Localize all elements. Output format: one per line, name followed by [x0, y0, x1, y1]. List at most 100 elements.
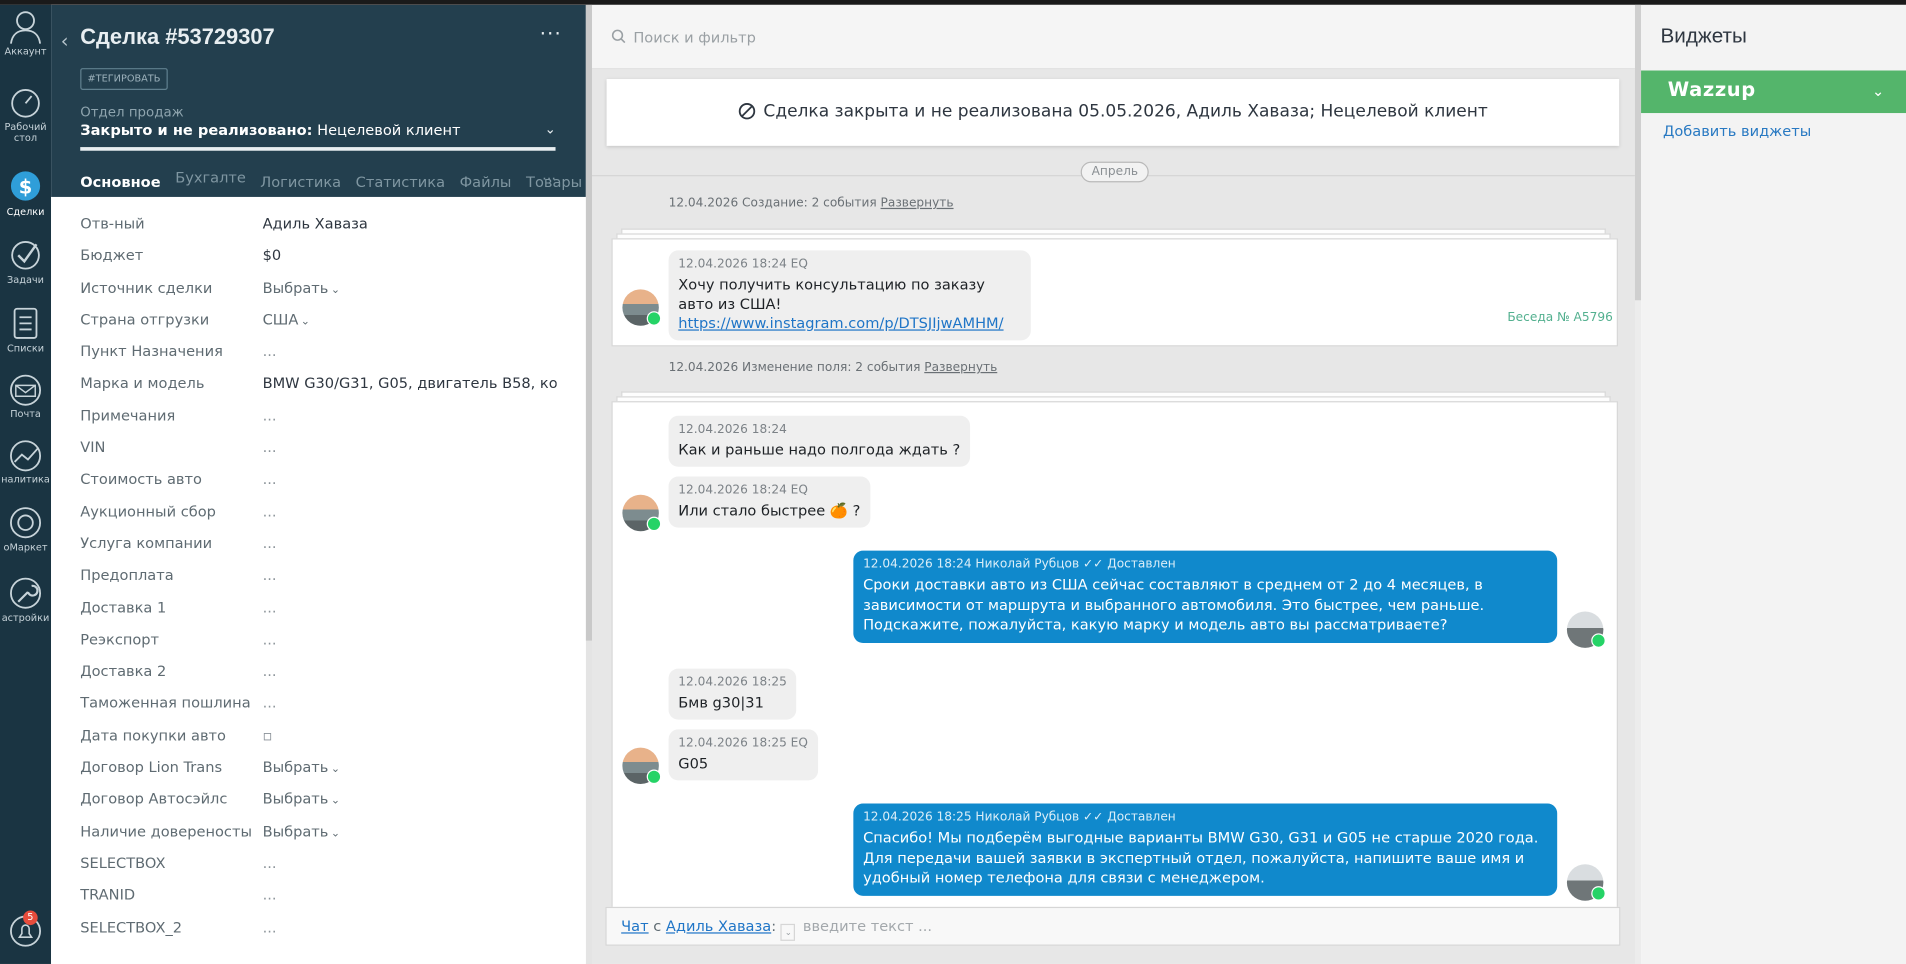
- message-bubble: 12.04.2026 18:24 Как и раньше надо полго…: [668, 415, 970, 467]
- message-meta: 12.04.2026 18:24 Николай Рубцов ✓✓ Доста…: [863, 557, 1176, 572]
- field-label: SELECTBOX: [80, 854, 166, 872]
- field-value[interactable]: ...: [263, 407, 557, 424]
- chat-type-link[interactable]: Чат: [621, 918, 648, 935]
- field-value[interactable]: BMW G30/G31, G05, двигатель B58, комплек…: [263, 375, 557, 392]
- lead-fields: Отв-ный Адиль Хаваза Бюджет $0 Источник сдел…: [80, 215, 566, 950]
- message-composer[interactable]: Чат с Адиль Хаваза: ⌄ введите текст ...: [605, 906, 1621, 946]
- search-bar[interactable]: Поиск и фильтр: [591, 4, 1635, 70]
- nav-desktop[interactable]: Рабочий стол: [0, 88, 51, 143]
- field-value[interactable]: ...: [263, 886, 557, 903]
- field-value[interactable]: ...: [263, 535, 557, 552]
- field-value[interactable]: ...: [263, 343, 557, 360]
- nav-market[interactable]: оМаркет: [0, 506, 51, 553]
- field-value[interactable]: Выбрать ⌄: [263, 279, 557, 296]
- add-widgets-link[interactable]: Добавить виджеты: [1663, 123, 1811, 140]
- field-label: Предоплата: [80, 566, 174, 584]
- field-row: Стоимость авто...: [80, 471, 566, 503]
- message-input[interactable]: введите текст ...: [803, 918, 932, 935]
- nav-account[interactable]: Аккаунт: [0, 7, 51, 57]
- field-value[interactable]: ...: [263, 631, 557, 648]
- prohibited-icon: [738, 103, 756, 120]
- field-value[interactable]: ...: [263, 599, 557, 616]
- field-row: Бюджет $0: [80, 247, 566, 279]
- field-value-text: ...: [262, 438, 277, 456]
- field-row: Дата покупки авто ▫: [80, 727, 566, 759]
- field-value[interactable]: ...: [263, 471, 557, 488]
- field-value[interactable]: $0: [263, 247, 557, 264]
- field-row: SELECTBOX...: [80, 854, 566, 886]
- closed-banner: Сделка закрыта и не реализована 05.05.20…: [606, 79, 1620, 146]
- field-value[interactable]: Выбрать ⌄: [263, 823, 557, 840]
- recipient-dropdown[interactable]: ⌄: [780, 923, 796, 941]
- wazzup-widget[interactable]: Wazzup ⌄: [1641, 70, 1906, 114]
- field-value-text: ▫: [262, 726, 273, 744]
- field-row: TRANID...: [80, 886, 566, 918]
- left-nav: Аккаунт Рабочий стол $ Сделки Задачи Спи…: [0, 4, 52, 964]
- chevron-down-icon: ⌄: [330, 283, 340, 297]
- field-value[interactable]: ...: [263, 695, 557, 712]
- nav-analytics[interactable]: налитика: [0, 440, 51, 485]
- field-value[interactable]: ...: [263, 439, 557, 456]
- message-link[interactable]: https://www.instagram.com/p/DTSJIjwAMHM/: [678, 315, 1003, 332]
- recipient-link[interactable]: Адиль Хаваза: [666, 918, 771, 935]
- nav-mail[interactable]: Почта: [0, 374, 51, 419]
- field-label: Доставка 1: [80, 598, 167, 616]
- field-value[interactable]: ...: [263, 567, 557, 584]
- field-value[interactable]: ...: [263, 503, 557, 520]
- message-meta: 12.04.2026 18:25 Николай Рубцов ✓✓ Доста…: [863, 810, 1176, 825]
- notifications-badge: 5: [23, 910, 38, 926]
- whatsapp-icon: [1591, 886, 1606, 901]
- field-value[interactable]: США ⌄: [263, 311, 557, 328]
- field-value[interactable]: Адиль Хаваза: [263, 215, 557, 232]
- field-row: Источник сделки Выбрать ⌄: [80, 279, 566, 311]
- field-row: Марка и модель BMW G30/G31, G05, двигател…: [80, 375, 566, 407]
- field-value-text: Выбрать: [262, 279, 329, 297]
- field-row: Примечания...: [80, 407, 566, 439]
- composer-colon: :: [771, 917, 777, 935]
- tab-main[interactable]: Основное: [80, 174, 161, 201]
- expand-link[interactable]: Развернуть: [924, 361, 997, 374]
- field-value[interactable]: ...: [263, 918, 557, 935]
- back-chevron-icon[interactable]: ‹: [61, 29, 69, 52]
- field-value[interactable]: Выбрать ⌄: [263, 791, 557, 808]
- field-value[interactable]: ▫: [263, 727, 557, 744]
- tab-accounting[interactable]: Бухгалтерия: [175, 169, 246, 196]
- nav-tasks[interactable]: Задачи: [0, 238, 51, 286]
- field-row: SELECTBOX_2...: [80, 918, 566, 950]
- nav-settings[interactable]: астройки: [0, 576, 51, 624]
- tab-logistics[interactable]: Логистика: [260, 174, 341, 201]
- field-value-text: ...: [262, 470, 277, 488]
- field-row: Наличие довереносты Выбрать ⌄: [80, 823, 566, 855]
- field-row: Договор Автосэйлс Выбрать ⌄: [80, 791, 566, 823]
- chevron-down-icon[interactable]: ⌄: [545, 122, 556, 138]
- field-label: VIN: [80, 438, 106, 456]
- tab-statistics[interactable]: Статистика: [356, 174, 445, 201]
- message-meta: 12.04.2026 18:24 EQ: [678, 483, 808, 498]
- field-value-text: ...: [262, 566, 277, 584]
- field-value[interactable]: ...: [263, 663, 557, 680]
- wrench-icon: [10, 577, 42, 609]
- status-select[interactable]: Закрыто и не реализовано: Нецелевой клие…: [80, 122, 460, 139]
- field-row: Доставка 1...: [80, 599, 566, 631]
- message-bubble: 12.04.2026 18:25 EQ G05: [668, 729, 818, 781]
- tabs-more-button[interactable]: ···: [542, 170, 556, 187]
- nav-deals[interactable]: $ Сделки: [0, 168, 51, 218]
- chevron-down-icon: ⌄: [330, 795, 340, 808]
- envelope-icon: [10, 374, 42, 406]
- field-value-text: Выбрать: [262, 790, 329, 808]
- expand-link[interactable]: Развернуть: [881, 197, 954, 210]
- chat-number[interactable]: Беседа № A5796: [1507, 311, 1612, 324]
- whatsapp-icon: [1591, 633, 1606, 648]
- tag-button[interactable]: #ТЕГИРОВАТЬ: [80, 68, 168, 90]
- field-row: Пункт Назначения...: [80, 343, 566, 375]
- search-input[interactable]: Поиск и фильтр: [633, 29, 756, 46]
- field-value[interactable]: Выбрать ⌄: [263, 759, 557, 776]
- nav-lists[interactable]: Списки: [0, 306, 51, 354]
- nav-label: Списки: [7, 342, 45, 354]
- field-value-text: ...: [262, 918, 277, 936]
- field-value[interactable]: ...: [263, 854, 557, 871]
- field-value-text: Выбрать: [262, 758, 329, 776]
- tab-files[interactable]: Файлы: [460, 174, 512, 201]
- field-row: Страна отгрузки США ⌄: [80, 311, 566, 343]
- more-menu-button[interactable]: ···: [540, 22, 562, 45]
